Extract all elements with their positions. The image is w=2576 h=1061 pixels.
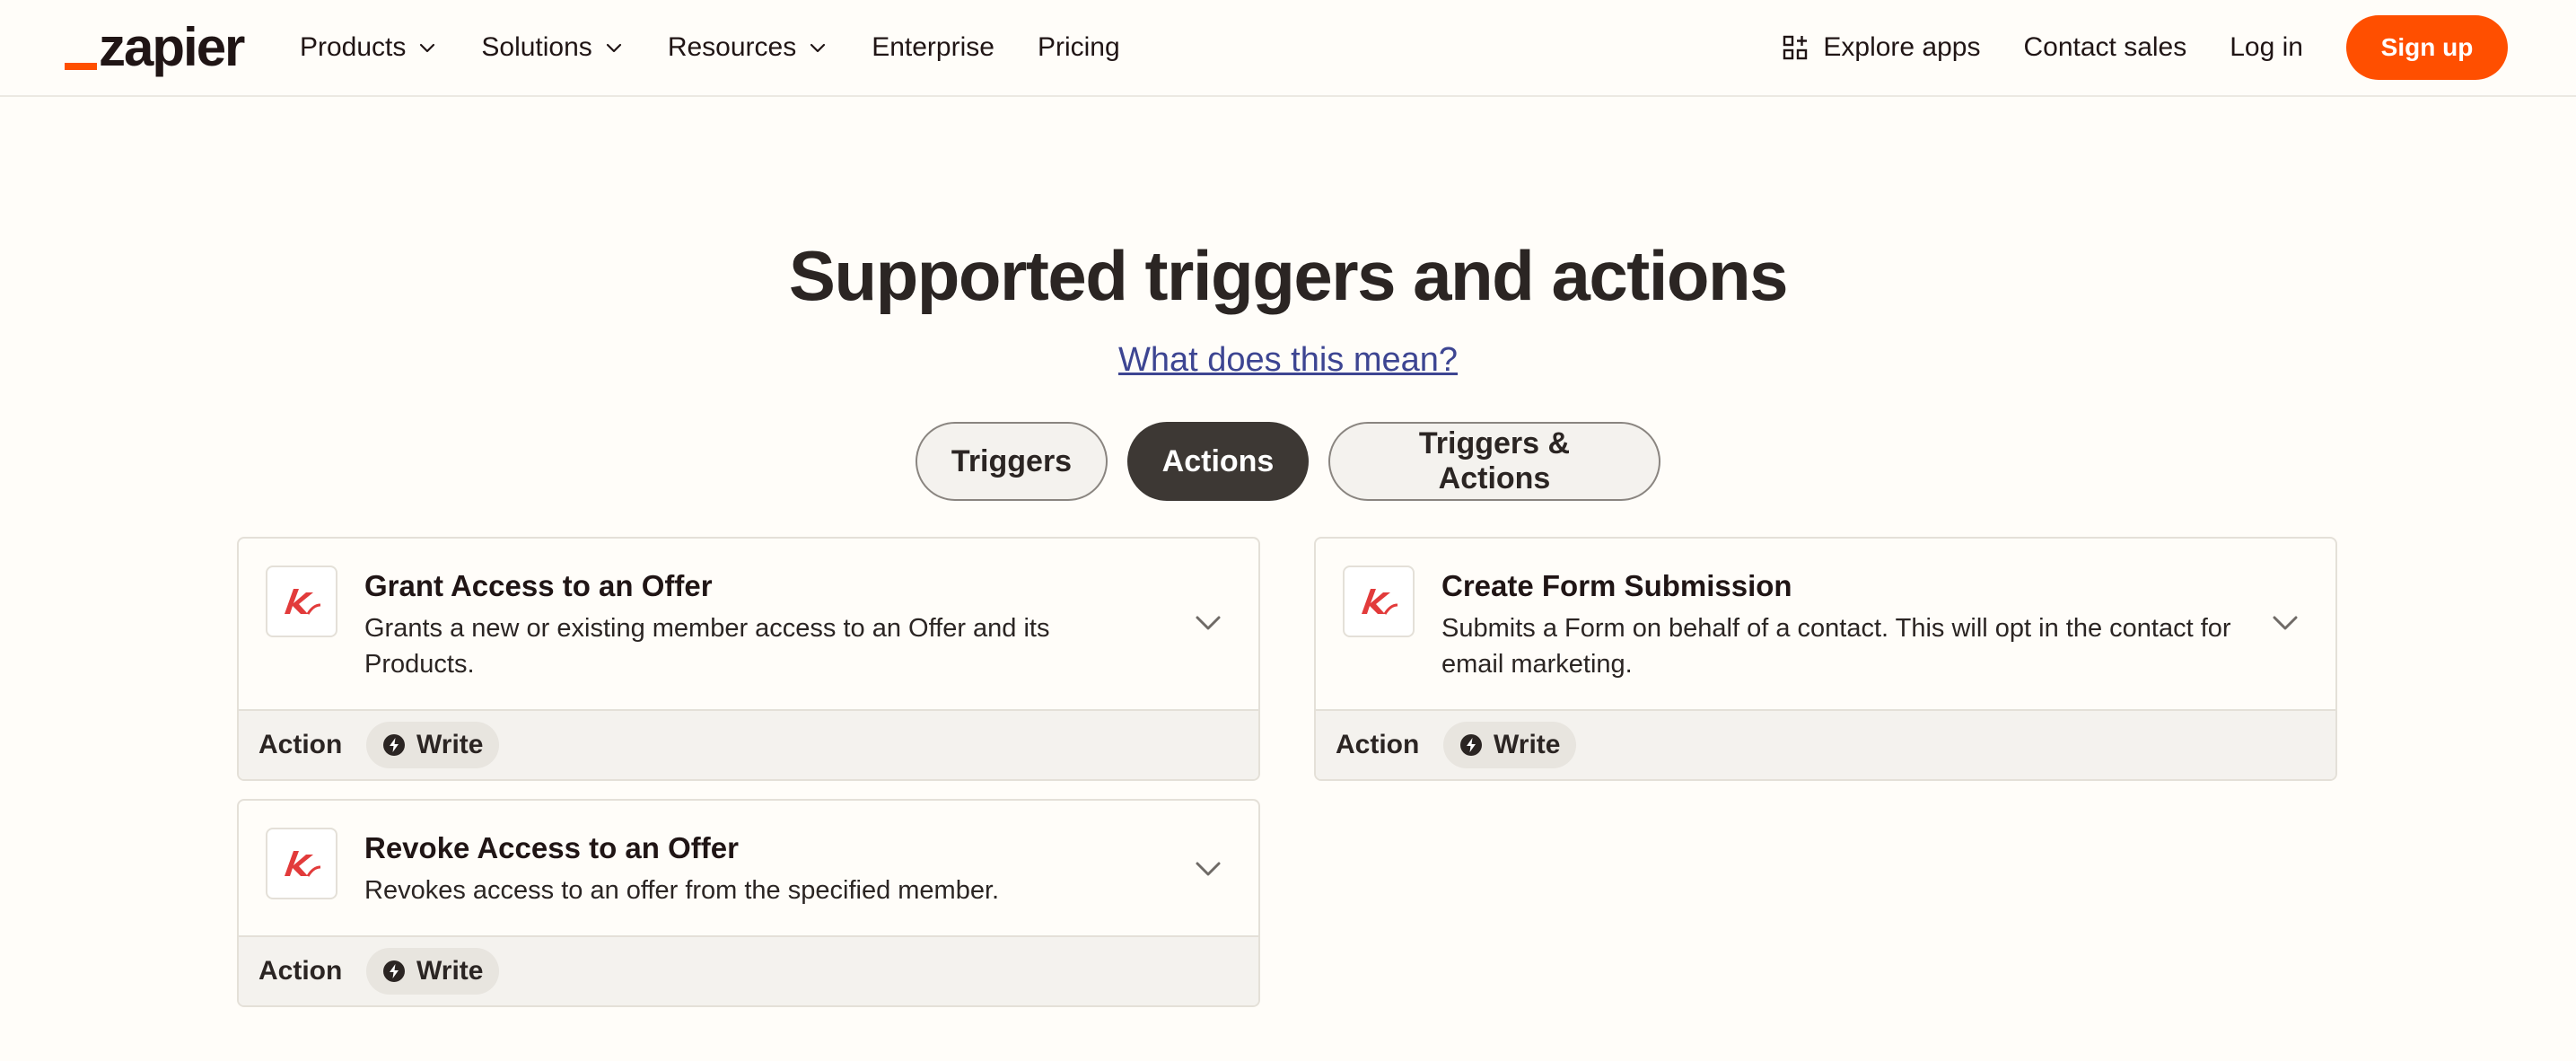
what-does-this-mean-link[interactable]: What does this mean?: [0, 341, 2576, 380]
card-footer: Action Write: [239, 709, 1258, 779]
nav-pricing-label: Pricing: [1037, 32, 1120, 62]
chevron-down-icon: [606, 43, 621, 53]
card-description: Revokes access to an offer from the spec…: [364, 876, 1000, 905]
filter-tabs: Triggers Actions Triggers & Actions: [0, 422, 2576, 501]
chevron-down-icon[interactable]: [1190, 605, 1226, 641]
card-title: Revoke Access to an Offer: [364, 831, 739, 864]
card-type-label: Action: [258, 730, 343, 759]
card-header[interactable]: Revoke Access to an Offer Revokes access…: [239, 801, 1258, 937]
chevron-down-icon: [810, 43, 826, 53]
tab-actions[interactable]: Actions: [1127, 422, 1309, 501]
explore-apps-link[interactable]: Explore apps: [1782, 32, 1980, 63]
nav-products[interactable]: Products: [300, 32, 438, 63]
lightning-bolt-icon: [1460, 734, 1482, 756]
nav-resources[interactable]: Resources: [668, 32, 828, 63]
secondary-nav: Explore apps Contact sales Log in Sign u…: [1782, 0, 2508, 95]
card-description: Grants a new or existing member access t…: [364, 614, 1050, 679]
sign-up-button[interactable]: Sign up: [2346, 15, 2508, 80]
card-type-label: Action: [258, 956, 343, 986]
card-header[interactable]: Grant Access to an Offer Grants a new or…: [239, 539, 1258, 711]
chevron-down-icon[interactable]: [1190, 851, 1226, 887]
action-card-grant-access: Grant Access to an Offer Grants a new or…: [237, 537, 1260, 781]
kajabi-logo-icon: [266, 566, 337, 637]
write-badge: Write: [366, 722, 500, 768]
nav-enterprise[interactable]: Enterprise: [872, 32, 994, 63]
kajabi-logo-icon: [1343, 566, 1415, 637]
nav-enterprise-label: Enterprise: [872, 32, 994, 62]
write-badge: Write: [1443, 722, 1577, 768]
nav-products-label: Products: [300, 32, 407, 62]
nav-pricing[interactable]: Pricing: [1038, 32, 1120, 63]
action-card-revoke-access: Revoke Access to an Offer Revokes access…: [237, 799, 1260, 1007]
badge-label: Write: [416, 730, 484, 759]
explore-apps-label: Explore apps: [1823, 32, 1981, 62]
logo-text: zapier: [99, 17, 245, 77]
zapier-logo[interactable]: zapier: [65, 16, 245, 79]
badge-label: Write: [416, 956, 484, 986]
primary-nav: Products Solutions Resources Enterprise …: [300, 0, 1120, 95]
contact-sales-link[interactable]: Contact sales: [2023, 32, 2186, 63]
write-badge: Write: [366, 948, 500, 995]
tab-triggers[interactable]: Triggers: [916, 422, 1108, 501]
kajabi-logo-icon: [266, 828, 337, 899]
chevron-down-icon[interactable]: [2267, 605, 2303, 641]
card-type-label: Action: [1336, 730, 1420, 759]
card-description: Submits a Form on behalf of a contact. T…: [1441, 614, 2231, 679]
tab-triggers-and-actions[interactable]: Triggers & Actions: [1328, 422, 1660, 501]
section-title: Supported triggers and actions: [788, 236, 1789, 315]
apps-grid-icon: [1783, 35, 1808, 60]
card-footer: Action Write: [239, 935, 1258, 1005]
chevron-down-icon: [420, 43, 435, 53]
logo-underscore: [65, 63, 97, 70]
action-card-create-form-submission: Create Form Submission Submits a Form on…: [1314, 537, 2337, 781]
card-title: Create Form Submission: [1441, 569, 1792, 602]
log-in-link[interactable]: Log in: [2230, 32, 2303, 63]
site-header: zapier Products Solutions Resources Ente…: [0, 0, 2576, 97]
nav-solutions[interactable]: Solutions: [481, 32, 624, 63]
card-footer: Action Write: [1316, 709, 2335, 779]
lightning-bolt-icon: [383, 960, 405, 982]
card-header[interactable]: Create Form Submission Submits a Form on…: [1316, 539, 2335, 711]
badge-label: Write: [1494, 730, 1561, 759]
card-title: Grant Access to an Offer: [364, 569, 713, 602]
lightning-bolt-icon: [383, 734, 405, 756]
nav-resources-label: Resources: [667, 32, 797, 62]
nav-solutions-label: Solutions: [481, 32, 592, 62]
